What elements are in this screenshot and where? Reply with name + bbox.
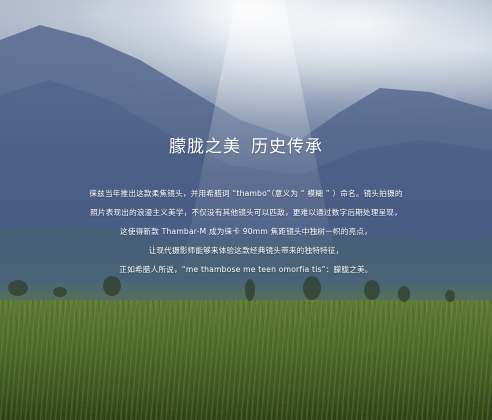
hero-content: 朦胧之美 历史传承 徕兹当年推出这款柔焦镜头，并用希腊词 “thambo”（意义为… xyxy=(0,132,492,279)
description-line: 这使得新款 Thambar-M 成为徕卡 90mm 焦距镜头中独树一帜的亮点， xyxy=(120,227,372,236)
hero-banner: 朦胧之美 历史传承 徕兹当年推出这款柔焦镜头，并用希腊词 “thambo”（意义为… xyxy=(0,0,492,420)
title-part-1: 朦胧之美 xyxy=(169,137,241,157)
description-line: 让现代摄影师能够来体验这款经典镜头带来的独特特征， xyxy=(148,246,344,255)
hero-title: 朦胧之美 历史传承 xyxy=(0,132,492,157)
description-line: 照片表现出的浪漫主义美学，不仅没有其他镜头可以匹敌，更难以通过数字后期处理呈现， xyxy=(90,208,402,217)
description-line: 徕兹当年推出这款柔焦镜头，并用希腊词 “thambo”（意义为 “ 模糊 ” ）… xyxy=(89,189,403,198)
description-line: 正如希腊人所说，“me thambose me teen omorfia tis… xyxy=(119,265,373,274)
title-part-2: 历史传承 xyxy=(251,137,323,157)
hero-description: 徕兹当年推出这款柔焦镜头，并用希腊词 “thambo”（意义为 “ 模糊 ” ）… xyxy=(0,184,492,279)
